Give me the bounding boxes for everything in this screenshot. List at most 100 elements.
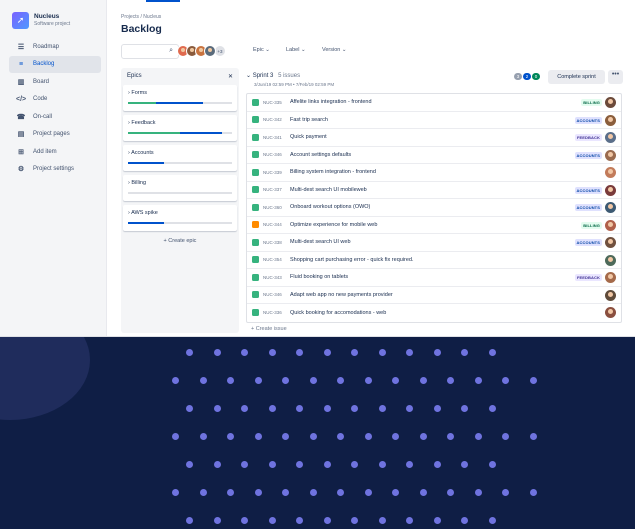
pages-icon: ▤ (17, 131, 25, 139)
issue-row[interactable]: NUC-354 Shopping cart purchasing error - … (247, 252, 621, 269)
sidebar-item-project-pages[interactable]: ▤ Project pages (9, 126, 101, 144)
issue-key[interactable]: NUC-335 (263, 100, 290, 105)
issue-row[interactable]: NUC-338 Multi-dest search UI web ACCOUNTS (247, 234, 621, 252)
dot (351, 517, 358, 524)
assignee-avatar[interactable] (605, 272, 616, 283)
rocket-icon: ➚ (12, 12, 29, 29)
chevron-down-icon: ⌄ (301, 47, 306, 53)
search-input[interactable]: ⌕ (121, 44, 179, 59)
sidebar-item-label: Project settings (33, 166, 75, 173)
story-icon (252, 186, 259, 194)
assignee-avatar[interactable] (605, 237, 616, 248)
dot (254, 433, 262, 440)
close-icon[interactable]: ✕ (228, 73, 233, 80)
assignee-avatar[interactable] (605, 97, 616, 108)
dot (502, 433, 509, 440)
chevron-down-icon: ⌄ (246, 73, 252, 79)
issue-key[interactable]: NUC-342 (263, 117, 290, 122)
dot (433, 461, 441, 468)
dot (268, 405, 276, 412)
assignee-avatar[interactable] (605, 219, 616, 231)
issue-row[interactable]: NUC-341 Quick payment FEEDBACK (247, 129, 621, 147)
project-header[interactable]: ➚ Nucleus Software project (12, 12, 70, 29)
search-icon: ⌕ (169, 47, 173, 54)
dot (351, 349, 358, 356)
epic-name: › AWS spike (128, 210, 232, 216)
complete-sprint-button[interactable]: Complete sprint (548, 70, 605, 84)
issue-row[interactable]: NUC-346 Adapt web app no new payments pro… (247, 287, 621, 304)
issue-row[interactable]: NUC-336 Quick booking for accomodations -… (247, 304, 621, 322)
epic-name-label: Feedback (131, 120, 156, 126)
issue-row[interactable]: NUC-342 Fast trip search ACCOUNTS (247, 112, 621, 129)
epic-filter[interactable]: Epic ⌄ (253, 47, 270, 53)
issue-key[interactable]: NUC-354 (263, 257, 290, 262)
more-options-button[interactable]: ••• (608, 70, 623, 84)
epic-card[interactable]: › AWS spike (123, 205, 237, 231)
epic-card[interactable]: › Forms (123, 85, 237, 111)
assignee-avatar[interactable] (605, 167, 616, 178)
assignee-avatar[interactable] (605, 114, 616, 126)
sidebar-item-board[interactable]: ▥ Board (9, 73, 101, 91)
epics-title: Epics (127, 73, 142, 79)
epic-progress-bar (128, 162, 232, 164)
story-icon (252, 168, 259, 176)
dot (461, 405, 468, 412)
create-epic-button[interactable]: + Create epic (121, 238, 239, 244)
issue-summary: Multi-dest search UI web (290, 239, 351, 246)
label-filter[interactable]: Label ⌄ (286, 47, 306, 53)
label-filter-label: Label (286, 47, 300, 53)
sprint-name: Sprint 3 (252, 73, 274, 79)
dot (227, 377, 234, 384)
assignee-avatar[interactable] (605, 149, 616, 161)
issue-row[interactable]: NUC-360 Onboard workout options (OWO) ACCO… (247, 199, 621, 217)
status-count-badge: 0 (532, 73, 540, 80)
sidebar-item-backlog[interactable]: ≡ Backlog (9, 55, 101, 73)
epic-card[interactable]: › Billing (123, 175, 237, 201)
issue-key[interactable]: NUC-344 (263, 222, 290, 227)
issue-key[interactable]: NUC-346 (263, 292, 290, 297)
epic-card[interactable]: › Feedback (123, 115, 237, 141)
version-filter[interactable]: Version ⌄ (322, 47, 347, 53)
issue-key[interactable]: NUC-339 (263, 170, 290, 175)
issue-key[interactable]: NUC-337 (263, 187, 290, 192)
issue-key[interactable]: NUC-360 (263, 205, 290, 210)
sidebar-item-add-item[interactable]: ⊞ Add item (9, 143, 101, 161)
assignee-avatar[interactable] (605, 132, 616, 143)
issue-row[interactable]: NUC-346 Account settings defaults ACCOUNTS (247, 147, 621, 164)
epic-card[interactable]: › Accounts (123, 145, 237, 171)
breadcrumb[interactable]: Projects / Nucleus (121, 14, 161, 20)
issue-label-badge: ACCOUNTS (574, 239, 602, 246)
issue-key[interactable]: NUC-341 (263, 135, 290, 140)
assignee-avatar[interactable] (605, 307, 616, 318)
sprint-header[interactable]: ⌄ Sprint 3 5 issues (246, 72, 300, 79)
issue-row[interactable]: NUC-344 Optimize experience for mobile we… (247, 217, 621, 234)
assignee-avatar[interactable] (605, 184, 616, 196)
issue-summary: Multi-dest search UI mobileweb (290, 186, 367, 193)
issue-row[interactable]: NUC-343 Fluid booking on tablets FEEDBACK (247, 269, 621, 287)
issue-key[interactable]: NUC-346 (263, 152, 290, 157)
create-issue-button[interactable]: + Create issue (251, 326, 287, 332)
issue-key[interactable]: NUC-336 (263, 310, 290, 315)
issue-key[interactable]: NUC-343 (263, 275, 290, 280)
dot (447, 433, 454, 440)
assignee-avatar[interactable] (605, 202, 616, 213)
status-count-badge: 2 (523, 73, 531, 80)
dot (296, 405, 303, 412)
story-icon (252, 273, 259, 281)
sidebar-item-roadmap[interactable]: ☰ Roadmap (9, 38, 101, 56)
epic-progress-in-progress (180, 132, 222, 134)
assignee-avatar[interactable] (605, 254, 616, 266)
issue-summary: Account settings defaults (290, 151, 352, 158)
issue-row[interactable]: NUC-335 Affelite links integration - fron… (247, 94, 621, 112)
sidebar-item-project-settings[interactable]: ⚙ Project settings (9, 161, 101, 179)
assignee-avatar[interactable] (605, 289, 616, 301)
sidebar-item-code[interactable]: </> Code (9, 91, 101, 109)
create-epic-label: Create epic (168, 238, 197, 244)
sidebar-item-on-call[interactable]: ☎ On-call (9, 108, 101, 126)
issue-key[interactable]: NUC-338 (263, 240, 290, 245)
dot (488, 517, 496, 524)
avatar-group[interactable]: +3 (177, 45, 226, 57)
issue-row[interactable]: NUC-339 Billing system integration - fron… (247, 164, 621, 182)
avatar[interactable] (204, 45, 216, 57)
issue-row[interactable]: NUC-337 Multi-dest search UI mobileweb ACC… (247, 182, 621, 199)
